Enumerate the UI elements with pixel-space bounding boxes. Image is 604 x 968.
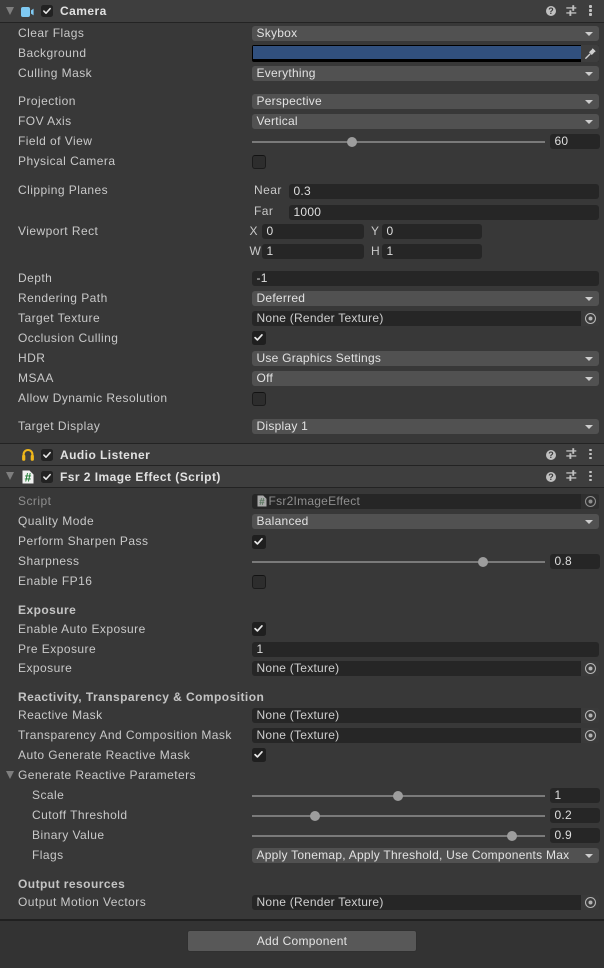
svg-text:#: # xyxy=(24,470,31,483)
svg-text:#: # xyxy=(259,497,265,507)
